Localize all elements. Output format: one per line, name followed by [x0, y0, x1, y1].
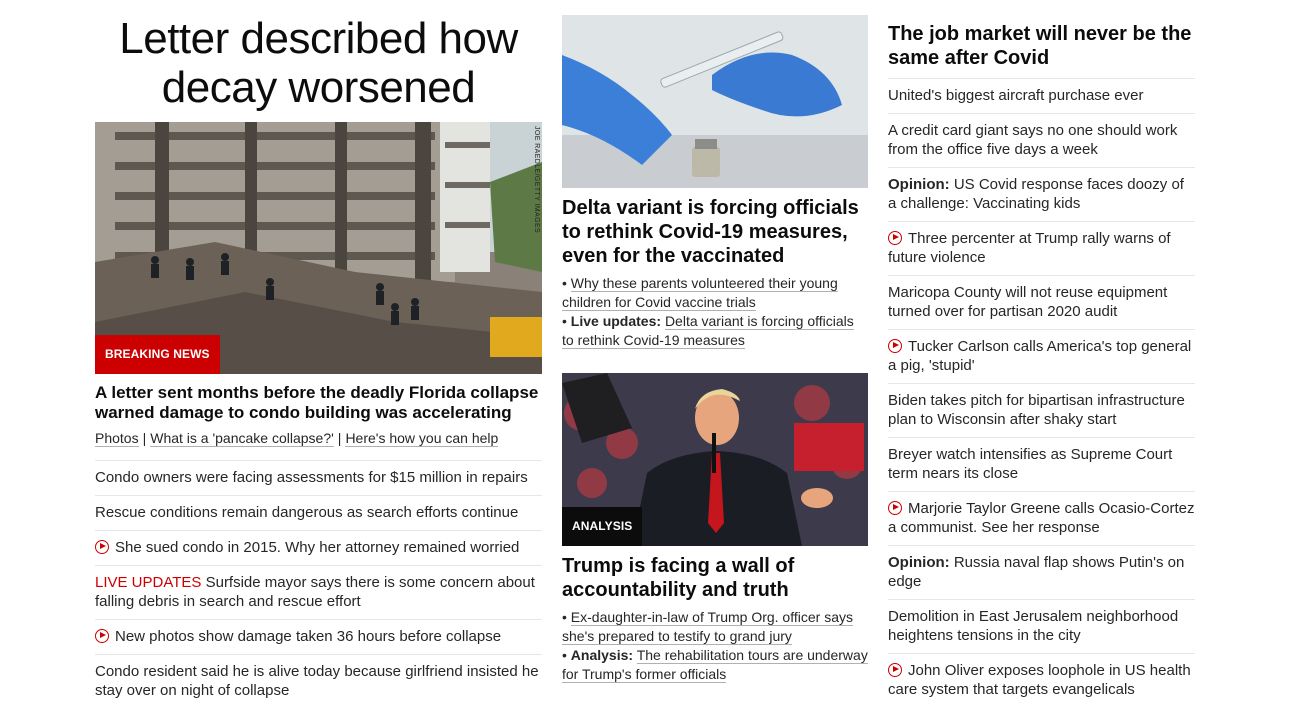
- list-item[interactable]: Opinion: Russia naval flap shows Putin's…: [888, 546, 1195, 600]
- list-item-text: Tucker Carlson calls America's top gener…: [888, 338, 1192, 374]
- job-market-headline[interactable]: The job market will never be the same af…: [888, 22, 1195, 79]
- photos-link[interactable]: Photos: [95, 430, 139, 447]
- list-item-text: New photos show damage taken 36 hours be…: [115, 628, 502, 645]
- middle-column: Delta variant is forcing officials to re…: [562, 15, 868, 684]
- delta-related-links: • Why these parents volunteered their yo…: [562, 274, 868, 350]
- list-item-text: United's biggest aircraft purchase ever: [888, 87, 1144, 104]
- live-updates-label: LIVE UPDATES: [95, 574, 202, 591]
- play-icon: [95, 540, 109, 554]
- list-item[interactable]: LIVE UPDATES Surfside mayor says there i…: [95, 566, 542, 620]
- list-item-text: Demolition in East Jerusalem neighborhoo…: [888, 608, 1179, 644]
- list-item[interactable]: Marjorie Taylor Greene calls Ocasio-Cort…: [888, 492, 1195, 546]
- list-item[interactable]: Tucker Carlson calls America's top gener…: [888, 330, 1195, 384]
- bullet-text: Ex-daughter-in-law of Trump Org. officer…: [562, 609, 853, 645]
- bullet-label: Live updates:: [570, 313, 662, 329]
- delta-variant-story: Delta variant is forcing officials to re…: [562, 15, 868, 350]
- list-item[interactable]: Condo owners were facing assessments for…: [95, 461, 542, 496]
- list-item[interactable]: United's biggest aircraft purchase ever: [888, 79, 1195, 114]
- list-item[interactable]: Biden takes pitch for bipartisan infrast…: [888, 384, 1195, 438]
- list-item-text: Condo owners were facing assessments for…: [95, 469, 528, 486]
- bullet-link[interactable]: • Live updates: Delta variant is forcing…: [562, 312, 868, 350]
- trump-rally-image[interactable]: ANALYSIS: [562, 373, 868, 546]
- opinion-label: Opinion:: [888, 554, 950, 571]
- hero-image-condo-collapse[interactable]: JOE RAEDLE/GETTY IMAGES BREAKING NEWS: [95, 122, 542, 374]
- list-item[interactable]: She sued condo in 2015. Why her attorney…: [95, 531, 542, 566]
- bullet-link[interactable]: • Analysis: The rehabilitation tours are…: [562, 646, 868, 684]
- trump-story: ANALYSIS Trump is facing a wall of accou…: [562, 373, 868, 684]
- list-item-text: A credit card giant says no one should w…: [888, 122, 1178, 158]
- play-icon: [888, 501, 902, 515]
- list-item-text: Marjorie Taylor Greene calls Ocasio-Cort…: [888, 500, 1195, 536]
- link-separator: |: [142, 430, 147, 446]
- hero-title[interactable]: Letter described how decay worsened: [95, 14, 542, 112]
- play-icon: [888, 339, 902, 353]
- list-item-text: Three percenter at Trump rally warns of …: [888, 230, 1171, 266]
- vaccine-syringe-image[interactable]: [562, 15, 868, 188]
- related-links: Photos | What is a 'pancake collapse?' | Her…: [95, 429, 542, 448]
- list-item-text: Breyer watch intensifies as Supreme Cour…: [888, 446, 1173, 482]
- analysis-badge: ANALYSIS: [562, 507, 643, 546]
- list-item[interactable]: Three percenter at Trump rally warns of …: [888, 222, 1195, 276]
- list-item[interactable]: Condo resident said he is alive today be…: [95, 655, 542, 708]
- opinion-label: Opinion:: [888, 176, 950, 193]
- hero-headline-link[interactable]: A letter sent months before the deadly F…: [95, 383, 542, 423]
- link-separator: |: [337, 430, 342, 446]
- top-story-column: Letter described how decay worsened JOE …: [95, 14, 542, 708]
- bullet-text: Why these parents volunteered their youn…: [562, 275, 838, 311]
- list-item[interactable]: New photos show damage taken 36 hours be…: [95, 620, 542, 655]
- list-item-text: She sued condo in 2015. Why her attorney…: [115, 539, 520, 556]
- trump-headline[interactable]: Trump is facing a wall of accountability…: [562, 554, 868, 602]
- headlines-list: United's biggest aircraft purchase ever …: [888, 79, 1195, 707]
- bullet-link[interactable]: • Why these parents volunteered their yo…: [562, 274, 868, 312]
- bullet-label: Analysis:: [570, 647, 634, 663]
- trump-related-links: • Ex-daughter-in-law of Trump Org. offic…: [562, 608, 868, 684]
- list-item-text: Maricopa County will not reuse equipment…: [888, 284, 1168, 320]
- list-item[interactable]: Demolition in East Jerusalem neighborhoo…: [888, 600, 1195, 654]
- list-item[interactable]: Breyer watch intensifies as Supreme Cour…: [888, 438, 1195, 492]
- list-item-text: Biden takes pitch for bipartisan infrast…: [888, 392, 1185, 428]
- play-icon: [888, 663, 902, 677]
- bullet-link[interactable]: • Ex-daughter-in-law of Trump Org. offic…: [562, 608, 868, 646]
- how-to-help-link[interactable]: Here's how you can help: [345, 430, 499, 447]
- pancake-collapse-link[interactable]: What is a 'pancake collapse?': [150, 430, 334, 447]
- list-item[interactable]: A credit card giant says no one should w…: [888, 114, 1195, 168]
- breaking-news-badge: BREAKING NEWS: [95, 335, 220, 374]
- delta-variant-headline[interactable]: Delta variant is forcing officials to re…: [562, 196, 868, 268]
- photo-credit: JOE RAEDLE/GETTY IMAGES: [533, 126, 540, 234]
- list-item[interactable]: Maricopa County will not reuse equipment…: [888, 276, 1195, 330]
- related-stories-list: Condo owners were facing assessments for…: [95, 460, 542, 708]
- play-icon: [95, 629, 109, 643]
- list-item-text: Condo resident said he is alive today be…: [95, 663, 539, 699]
- play-icon: [888, 231, 902, 245]
- list-item-text: Rescue conditions remain dangerous as se…: [95, 504, 519, 521]
- syringe-photo-illustration: [562, 15, 868, 188]
- list-item-text: John Oliver exposes loophole in US healt…: [888, 662, 1191, 698]
- list-item[interactable]: Opinion: US Covid response faces doozy o…: [888, 168, 1195, 222]
- list-item[interactable]: John Oliver exposes loophole in US healt…: [888, 654, 1195, 707]
- list-item[interactable]: Rescue conditions remain dangerous as se…: [95, 496, 542, 531]
- right-column: The job market will never be the same af…: [888, 22, 1195, 707]
